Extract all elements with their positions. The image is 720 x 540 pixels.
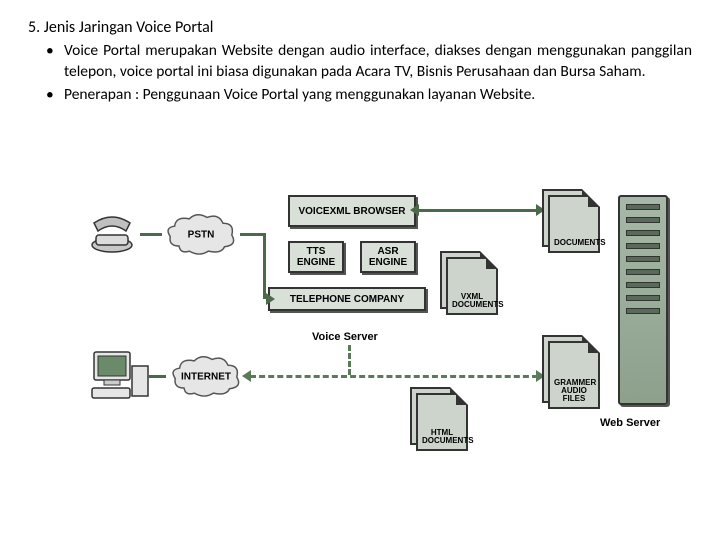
telephone-company-box: TELEPHONE COMPANY	[268, 287, 426, 311]
telephone-icon	[90, 215, 142, 260]
arrow-icon	[242, 370, 251, 382]
slide-heading: 5. Jenis Jaringan Voice Portal	[28, 18, 692, 37]
internet-label: INTERNET	[181, 372, 231, 383]
grammar-audio-label: GRAMMER AUDIO FILES	[554, 379, 594, 403]
asr-engine-box: ASR ENGINE	[360, 241, 416, 273]
vxml-documents-label: VXML DOCUMENTS	[452, 293, 492, 309]
voice-server-label: Voice Server	[312, 331, 378, 343]
internet-cloud: INTERNET	[162, 355, 250, 399]
documents-label: DOCUMENTS	[554, 239, 594, 247]
computer-icon	[90, 350, 150, 407]
html-documents-label: HTML DOCUMENTS	[422, 429, 462, 445]
connector-line	[263, 233, 266, 299]
tts-engine-box: TTS ENGINE	[288, 241, 344, 273]
dashed-connector	[348, 345, 351, 375]
arrow-icon	[410, 204, 419, 216]
bullet-item: Penerapan : Penggunaan Voice Portal yang…	[46, 85, 692, 106]
bullet-item: Voice Portal merupakan Website dengan au…	[46, 41, 692, 83]
connector-line	[140, 233, 162, 236]
pstn-cloud: PSTN	[162, 213, 240, 257]
architecture-diagram: PSTN INTERNET VOICEXML BROWSER TTS ENGIN…	[90, 195, 670, 475]
connector-line	[418, 209, 538, 212]
arrow-icon	[266, 293, 275, 305]
web-server-label: Web Server	[600, 417, 660, 429]
server-tower-icon	[618, 195, 668, 405]
connector-line	[148, 375, 166, 378]
voicexml-browser-box: VOICEXML BROWSER	[288, 195, 416, 227]
bullet-list: Voice Portal merupakan Website dengan au…	[28, 41, 692, 106]
pstn-label: PSTN	[188, 230, 215, 241]
dashed-connector	[250, 375, 538, 378]
